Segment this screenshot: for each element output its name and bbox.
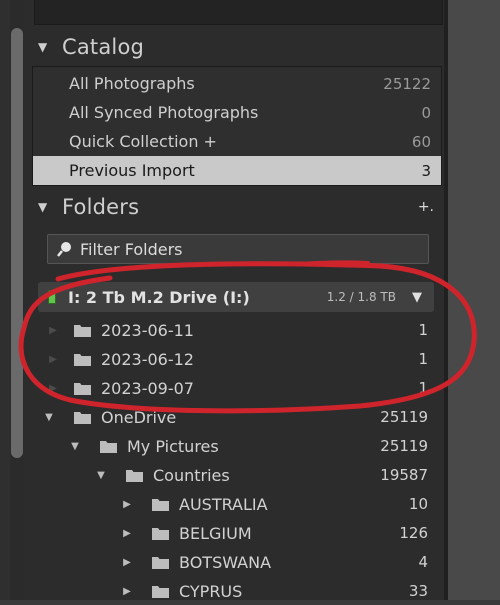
folder-label: OneDrive — [101, 407, 177, 427]
filter-folders-input[interactable]: Filter Folders — [47, 234, 429, 264]
right-background — [448, 0, 500, 600]
drive-status-indicator — [48, 290, 56, 304]
expand-arrow-icon[interactable]: ▶ — [46, 325, 60, 336]
expand-arrow-icon[interactable]: ▶ — [46, 354, 60, 365]
drive-size: 1.2 / 1.8 TB — [326, 290, 396, 304]
folder-count: 10 — [408, 495, 428, 513]
folder-label: 2023-09-07 — [101, 378, 194, 398]
folders-header[interactable]: ▼ Folders +. — [34, 189, 434, 225]
folder-row[interactable]: ▶ 2023-06-11 1 — [34, 316, 434, 344]
catalog-item-count: 25122 — [383, 74, 431, 93]
folder-count: 1 — [418, 379, 428, 397]
folder-icon — [74, 382, 91, 395]
folder-label: CYPRUS — [179, 581, 243, 601]
folder-label: Countries — [153, 465, 230, 485]
folder-count: 126 — [399, 524, 428, 542]
folder-icon — [152, 585, 169, 598]
catalog-item-count: 0 — [421, 103, 431, 122]
catalog-item-label: All Synced Photographs — [69, 103, 259, 122]
catalog-item-all-synced[interactable]: All Synced Photographs 0 — [33, 98, 441, 127]
folder-icon — [126, 469, 143, 482]
catalog-title: Catalog — [62, 35, 145, 59]
folder-label: My Pictures — [127, 436, 219, 456]
folder-row[interactable]: ▶ 2023-06-12 1 — [34, 345, 434, 373]
folder-row[interactable]: ▶ 2023-09-07 1 — [34, 374, 434, 402]
folder-icon — [100, 440, 117, 453]
folder-count: 25119 — [380, 437, 428, 455]
catalog-item-count: 60 — [411, 132, 431, 151]
folder-row-onedrive[interactable]: ▼ OneDrive 25119 — [34, 403, 434, 431]
folder-row-cyprus[interactable]: ▶ CYPRUS 33 — [34, 577, 434, 605]
folder-count: 19587 — [380, 466, 428, 484]
folder-label: 2023-06-12 — [101, 349, 194, 369]
drive-header[interactable]: I: 2 Tb M.2 Drive (I:) 1.2 / 1.8 TB ▼ — [38, 282, 434, 312]
catalog-item-quick-collection[interactable]: Quick Collection + 60 — [33, 127, 441, 156]
catalog-item-label: Quick Collection + — [69, 132, 217, 151]
catalog-item-label: Previous Import — [69, 161, 195, 180]
collapse-arrow-icon[interactable]: ▼ — [94, 470, 108, 481]
folder-icon — [152, 498, 169, 511]
folder-count: 1 — [418, 321, 428, 339]
catalog-item-label: All Photographs — [69, 74, 195, 93]
search-icon — [57, 242, 71, 257]
folder-icon — [152, 527, 169, 540]
folder-count: 33 — [408, 582, 428, 600]
folder-icon — [74, 324, 91, 337]
catalog-item-count: 3 — [421, 161, 431, 180]
folder-label: AUSTRALIA — [179, 494, 268, 514]
folder-label: BOTSWANA — [179, 552, 272, 572]
collapse-triangle-icon[interactable]: ▼ — [34, 200, 62, 214]
folder-row-botswana[interactable]: ▶ BOTSWANA 4 — [34, 548, 434, 576]
folder-label: BELGIUM — [179, 523, 252, 543]
folders-title: Folders — [62, 195, 140, 219]
folder-count: 25119 — [380, 408, 428, 426]
folder-icon — [74, 411, 91, 424]
folder-icon — [152, 556, 169, 569]
catalog-list: All Photographs 25122 All Synced Photogr… — [32, 66, 442, 186]
folder-count: 4 — [418, 553, 428, 571]
filter-placeholder: Filter Folders — [80, 239, 183, 259]
catalog-header[interactable]: ▼ Catalog — [34, 29, 434, 65]
folder-row-australia[interactable]: ▶ AUSTRALIA 10 — [34, 490, 434, 518]
plus-icon[interactable]: +. — [418, 199, 434, 215]
folder-count: 1 — [418, 350, 428, 368]
folder-row-my-pictures[interactable]: ▼ My Pictures 25119 — [34, 432, 434, 460]
expand-arrow-icon[interactable]: ▶ — [120, 528, 134, 539]
catalog-item-all-photographs[interactable]: All Photographs 25122 — [33, 69, 441, 98]
folder-icon — [74, 353, 91, 366]
folder-label: 2023-06-11 — [101, 320, 194, 340]
folder-row-belgium[interactable]: ▶ BELGIUM 126 — [34, 519, 434, 547]
drive-name: I: 2 Tb M.2 Drive (I:) — [68, 287, 250, 307]
expand-arrow-icon[interactable]: ▶ — [120, 586, 134, 597]
expand-arrow-icon[interactable]: ▶ — [120, 499, 134, 510]
collapse-triangle-icon[interactable]: ▼ — [34, 40, 62, 54]
scrollbar-thumb[interactable] — [11, 28, 23, 458]
left-gutter — [0, 0, 10, 600]
expand-arrow-icon[interactable]: ▶ — [120, 557, 134, 568]
expand-arrow-icon[interactable]: ▶ — [46, 383, 60, 394]
folder-row-countries[interactable]: ▼ Countries 19587 — [34, 461, 434, 489]
catalog-item-previous-import[interactable]: Previous Import 3 — [33, 156, 441, 185]
drive-menu-triangle-icon[interactable]: ▼ — [412, 290, 422, 305]
collapse-arrow-icon[interactable]: ▼ — [42, 412, 56, 423]
collapse-arrow-icon[interactable]: ▼ — [68, 441, 82, 452]
previous-section-box — [34, 0, 443, 25]
